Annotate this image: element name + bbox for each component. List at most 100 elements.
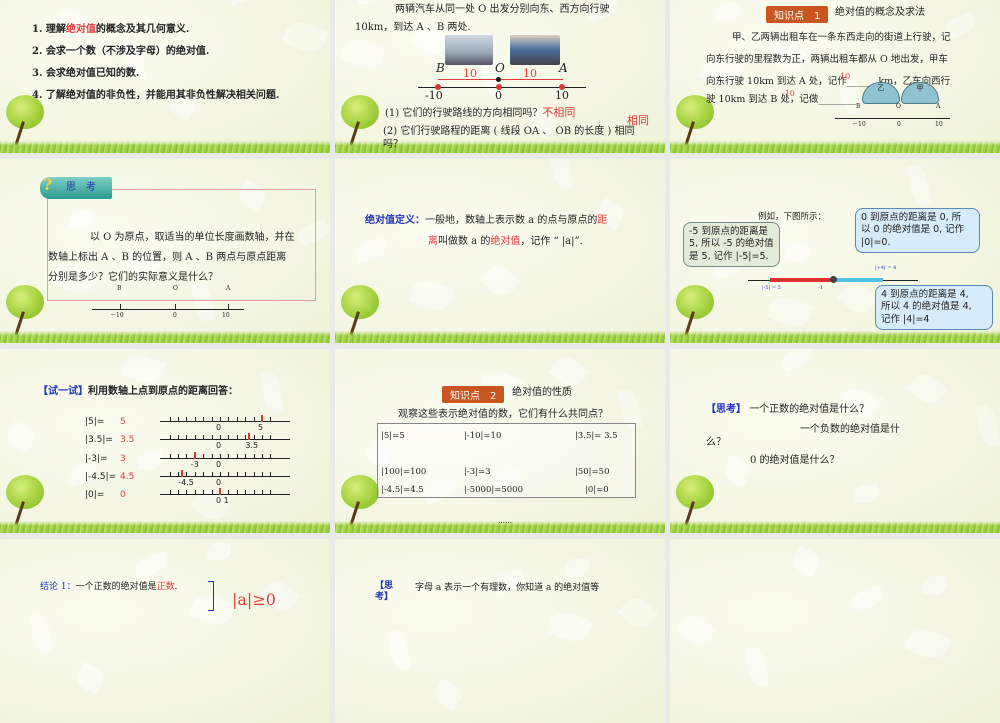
axis-tick (186, 435, 188, 439)
axis-tick (211, 417, 213, 421)
tick-label: 5 (258, 423, 264, 432)
bracket (208, 581, 214, 611)
abs-question: |-3|= (85, 454, 108, 464)
mini-number-line (160, 494, 290, 495)
axis-tick (228, 435, 230, 439)
negative-distance-bar (770, 278, 833, 282)
paragraph-line: 以 O 为原点，取适当的单位长度画数轴，并在 (90, 232, 295, 243)
axis-tick (262, 472, 263, 476)
tick-label: 0 1 (216, 496, 229, 505)
axis-tick (169, 417, 171, 421)
slide-2-cars[interactable]: 两辆汽车从同一处 O 出发分别向东、西方向行驶 10km，到达 A 、B 两处.… (335, 0, 665, 153)
axis-tick (228, 490, 230, 494)
mini-number-line (160, 421, 290, 422)
leaf-pattern (881, 0, 917, 6)
tick-label: 0 (495, 89, 502, 102)
paragraph-line: 数轴上标出 A 、B 的位置，则 A 、B 两点与原点距离 (48, 252, 287, 263)
axis-label-left: |-5| = 5 (762, 285, 781, 291)
slide-4-think[interactable]: ? 思 考 以 O 为原点，取适当的单位长度画数轴，并在 数轴上标出 A 、B … (0, 159, 330, 343)
slide-10-conclusion[interactable]: 结论 1：一个正数的绝对值是正数. |a|≥0 (0, 539, 330, 723)
abs-question: |0|= (85, 490, 105, 500)
slide-7-try[interactable]: 【试一试】利用数轴上点到原点的距离回答： |5|= 5 0 5 |3.5|= 3.5 0 3.… (0, 349, 330, 533)
tick-label: 0 (216, 460, 222, 469)
axis-tick (253, 417, 255, 421)
slide-3-concept[interactable]: 知识点 1 绝对值的概念及求法 甲、乙两辆出租车在一条东西走向的街道上行驶，记 … (670, 0, 1000, 153)
axis-tick (270, 454, 272, 458)
axis-tick (236, 417, 238, 421)
callout-negative-five: -5 到原点的距离是 5, 所以 -5 的绝对值是 5, 记作 |-5|=5. (683, 222, 780, 268)
positive-distance-bar (833, 278, 883, 282)
slide-6-example[interactable]: 例如，下图所示： -5 到原点的距离是 5, 所以 -5 的绝对值是 5, 记作 … (670, 159, 1000, 343)
axis-tick (270, 472, 272, 476)
slide-1-objectives[interactable]: 1. 理解绝对值的概念及其几何意义. 2. 会求一个数（不涉及字母）的绝对值. … (0, 0, 330, 153)
axis-tick (178, 454, 179, 458)
paragraph-line: 分别是多少？它们的实际意义是什么？ (48, 272, 218, 283)
axis-tick (203, 417, 205, 421)
slide-8-properties[interactable]: 知识点 2 绝对值的性质 观察这些表示绝对值的数，它们有什么共同点？ |5|=5… (335, 349, 665, 533)
axis-tick (186, 454, 188, 458)
think-question: 字母 a 表示一个有理数，你知道 a 的绝对值等 (415, 583, 600, 593)
axis-label: B (117, 285, 122, 292)
question-2-end: 吗？ (383, 139, 403, 150)
axis-tick (253, 472, 255, 476)
tree-decoration (339, 285, 383, 337)
axis-tick (194, 490, 196, 494)
slide-12-blank[interactable] (670, 539, 1000, 723)
axis-tick (178, 417, 179, 421)
tree-decoration (674, 475, 718, 527)
example-intro: 例如，下图所示： (758, 212, 827, 222)
grass-decoration (0, 521, 330, 533)
axis-tick (262, 435, 263, 439)
callout-zero: 0 到原点的距离是 0, 所以 0 的绝对值是 0, 记作 |0|=0. (855, 208, 980, 254)
leaf-pattern (975, 404, 1000, 448)
objective-1: 1. 理解绝对值的概念及其几何意义. (32, 24, 190, 35)
leaf-pattern (132, 551, 170, 579)
leaf-pattern (779, 349, 817, 372)
axis-tick (228, 472, 230, 476)
axis-tick (169, 472, 171, 476)
paragraph-line: 向东行驶的里程数为正，两辆出租车都从 O 地出发，甲车 (706, 54, 948, 65)
axis-tick (211, 490, 213, 494)
leaf-pattern (352, 236, 390, 264)
intro-line-2: 10km，到达 A 、B 两处. (355, 22, 471, 33)
truck-image-left (445, 35, 493, 65)
axis-tick (211, 435, 213, 439)
grass-decoration (335, 331, 665, 343)
axis-tick (245, 472, 247, 476)
intro-line-1: 两辆汽车从同一处 O 出发分别向东、西方向行驶 (395, 4, 610, 15)
grass-decoration (0, 141, 330, 153)
slide-11-think[interactable]: 【思考】 字母 a 表示一个有理数，你知道 a 的绝对值等 (335, 539, 665, 723)
leaf-pattern (835, 383, 883, 423)
axis-tick (253, 490, 255, 494)
axis-label-right: |+4| = 4 (875, 265, 897, 271)
leaf-pattern (52, 2, 94, 44)
objective-4: 4. 了解绝对值的非负性，并能用其非负性解决相关问题. (32, 90, 280, 101)
question-1: (1) 它们的行驶路线的方向相同吗？不相同 (385, 106, 576, 119)
leaf-pattern (766, 292, 814, 332)
leaf-pattern (546, 607, 594, 647)
leaf-pattern (339, 34, 387, 74)
axis-tick (194, 435, 196, 439)
leaf-pattern (358, 0, 382, 4)
slide-5-definition[interactable]: 绝对值定义：一般地，数轴上表示数 a 的点与原点的距 离叫做数 a 的绝对值，记… (335, 159, 665, 343)
axis-tick (245, 454, 247, 458)
example-cell: |-10|=10 (464, 431, 502, 441)
axis-tick (245, 490, 247, 494)
axis-tick (186, 490, 188, 494)
axis-label: A (936, 103, 941, 110)
example-cell: |100|=100 (381, 467, 427, 477)
slide-9-think[interactable]: 【思考】 一个正数的绝对值是什么？ 一个负数的绝对值是什 么？ 0 的绝对值是什… (670, 349, 1000, 533)
tick-label: 3.5 (245, 441, 259, 450)
axis-tick (186, 417, 188, 421)
answer-marker (219, 488, 221, 495)
axis-tick (220, 435, 221, 439)
leaf-pattern (923, 576, 947, 594)
example-cell: |-3|=3 (464, 467, 491, 477)
leaf-pattern (479, 260, 521, 302)
axis-tick (270, 490, 272, 494)
tick-label: －10 (852, 121, 866, 128)
number-line (835, 118, 950, 119)
axis-tick (178, 435, 179, 439)
tick-label: -3 (190, 460, 199, 469)
example-cell: |-5000|=5000 (464, 485, 523, 495)
